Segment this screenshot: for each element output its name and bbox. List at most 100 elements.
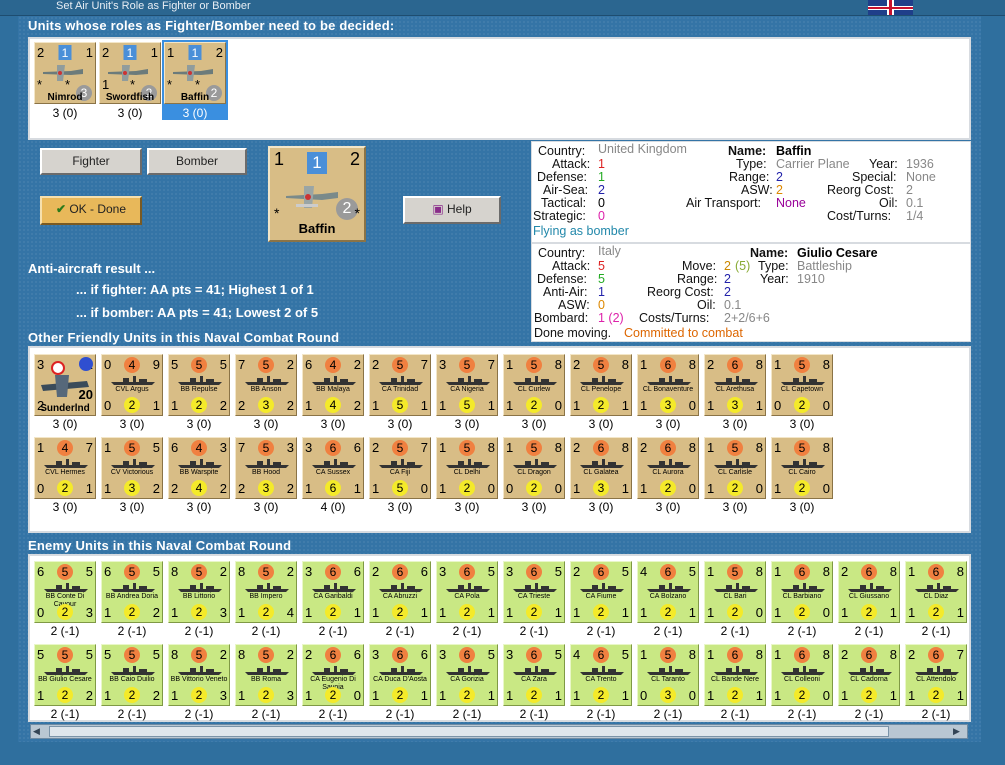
- enemy-unit-counter[interactable]: 3 5 6 CA Gorizia 1 2 1: [436, 644, 498, 706]
- ok-done-button[interactable]: ✔ OK - Done: [40, 196, 142, 225]
- counter-top-left-value: 3: [506, 564, 514, 579]
- enemy-unit-counter[interactable]: 655BB Conte Di Cavour023: [34, 561, 96, 623]
- counter-attack-circle: 6: [526, 564, 542, 580]
- enemy-unit-counter[interactable]: 4 5 6 CA Bolzano 1 2 1: [637, 561, 699, 623]
- enemy-unit-counter[interactable]: 266CA Eugenio Di Savoia120: [302, 644, 364, 706]
- enemy-unit-counter[interactable]: 3 6 6 CA Duca D'Aosta 1 2 1: [369, 644, 431, 706]
- friendly-unit-counter[interactable]: 3 7 5 CA Nigeria 1 5 1: [436, 354, 498, 416]
- enemy-unit-counter[interactable]: 1 8 6 CL Bande Nere 1 2 1: [704, 644, 766, 706]
- unit-strength-text: 4 (0): [320, 500, 346, 514]
- enemy-unit-counter[interactable]: 1 8 6 CL Diaz 1 2 1: [905, 561, 967, 623]
- enemy-unit-counter[interactable]: 8 2 5 BB Roma 1 2 3: [235, 644, 297, 706]
- unit-strength-text: 2 (-1): [50, 624, 80, 638]
- counter-top-left-value: 1: [640, 647, 648, 662]
- friendly-unit-counter[interactable]: 3 6 6 CA Sussex 1 6 1: [302, 437, 364, 499]
- counter-bottom-left-value: 1: [372, 605, 380, 620]
- friendly-unit-counter[interactable]: 2 8 6 CL Galatea 1 3 1: [570, 437, 632, 499]
- friendly-unit-counter[interactable]: 1 8 6 CL Bonaventure 1 3 0: [637, 354, 699, 416]
- ship-silhouette-icon: [245, 666, 289, 675]
- enemy-unit-counter[interactable]: 2 8 6 CL Giussano 1 2 1: [838, 561, 900, 623]
- enemy-unit-counter[interactable]: 3 5 6 CA Zara 1 2 1: [503, 644, 565, 706]
- counter-bottom-left-value: 1: [506, 688, 514, 703]
- horizontal-scrollbar[interactable]: ◀ ▶: [30, 724, 968, 739]
- scroll-left-arrow-icon[interactable]: ◀: [33, 726, 45, 737]
- air-unit-counter[interactable]: 2 1 1 2 1 * Swordfish: [99, 42, 161, 104]
- counter-attack-circle: 6: [727, 647, 743, 663]
- help-button[interactable]: ▣ Help: [403, 196, 501, 224]
- friendly-unit-counter[interactable]: 1 5 5 CV Victorious 1 3 2: [101, 437, 163, 499]
- enemy-unit-counter[interactable]: 3 5 6 CA Pola 1 2 1: [436, 561, 498, 623]
- friendly-unit-counter[interactable]: 0 9 4 CVL Argus 0 2 1: [101, 354, 163, 416]
- enemy-unit-counter[interactable]: 5 5 5 BB Giulio Cesare 1 2 2: [34, 644, 96, 706]
- enemy-unit-counter[interactable]: 2 8 6 CL Cadorna 1 2 1: [838, 644, 900, 706]
- friendly-unit-counter[interactable]: 5 5 5 BB Repulse 1 2 2: [168, 354, 230, 416]
- friendly-unit-counter[interactable]: 2 7 5 CA Trinidad 1 5 1: [369, 354, 431, 416]
- counter-attack-circle: 6: [593, 647, 609, 663]
- enemy-unit-counter[interactable]: 8 2 5 BB Vittorio Veneto 1 2 3: [168, 644, 230, 706]
- friendly-unit-counter[interactable]: 1 8 5 CL Delhi 1 2 0: [436, 437, 498, 499]
- air-unit-counter[interactable]: 2 1 1 3 * * Nimrod: [34, 42, 96, 104]
- enemy-unit-counter[interactable]: 1 8 6 CL Barbiano 1 2 0: [771, 561, 833, 623]
- unit-strength-text: 3 (0): [52, 500, 78, 514]
- unit-name: BB Repulse: [180, 386, 218, 393]
- friendly-unit-counter[interactable]: 2 7 5 CA Fiji 1 5 0: [369, 437, 431, 499]
- counter-top-right-value: 7: [956, 647, 964, 662]
- counter-top-right-value: 5: [487, 647, 495, 662]
- strategic-value: 0: [598, 209, 605, 223]
- friendly-unit-counter[interactable]: 1 8 5 CL Dragon 0 2 0: [503, 437, 565, 499]
- ship-silhouette-icon: [245, 583, 289, 592]
- unit-name: CL Bari: [723, 593, 747, 600]
- enemy-unit-counter[interactable]: 1 8 5 CL Bari 1 2 0: [704, 561, 766, 623]
- ship-silhouette-icon: [647, 376, 691, 385]
- counter-attack-circle: 6: [593, 564, 609, 580]
- enemy-unit-counter[interactable]: 3 5 6 CA Trieste 1 2 1: [503, 561, 565, 623]
- friendly-unit-counter[interactable]: 32202Sunderlnd: [34, 354, 96, 416]
- enemy-unit-counter[interactable]: 1 8 5 CL Taranto 0 3 0: [637, 644, 699, 706]
- enemy-unit-counter[interactable]: 5 5 5 BB Caio Duilio 1 2 2: [101, 644, 163, 706]
- enemy-unit-counter[interactable]: 6 5 5 BB Andrea Doria 1 2 2: [101, 561, 163, 623]
- friendly-unit-counter[interactable]: 6 2 4 BB Malaya 1 4 2: [302, 354, 364, 416]
- counter-attack-circle: 6: [660, 440, 676, 456]
- ship-silhouette-icon: [580, 459, 624, 468]
- friendly-unit-counter[interactable]: 7 3 5 BB Hood 2 3 2: [235, 437, 297, 499]
- friendly-unit-counter[interactable]: 2 8 6 CL Arethusa 1 3 1: [704, 354, 766, 416]
- ship-cost-label: Costs/Turns:: [639, 311, 710, 325]
- counter-defense-circle: 2: [459, 604, 475, 620]
- scroll-thumb[interactable]: [49, 726, 889, 737]
- friendly-unit-counter[interactable]: 1 7 4 CVL Hermes 0 2 1: [34, 437, 96, 499]
- enemy-unit-counter[interactable]: 2 5 6 CA Fiume 1 2 1: [570, 561, 632, 623]
- friendly-unit-counter[interactable]: 6 3 4 BB Warspite 2 4 2: [168, 437, 230, 499]
- bomber-button[interactable]: Bomber: [147, 148, 247, 175]
- air-unit-counter[interactable]: 1 1 2 2 * * Baffin: [162, 40, 228, 106]
- friendly-unit-counter[interactable]: 2 8 6 CL Aurora 1 2 0: [637, 437, 699, 499]
- counter-top-right-value: 5: [621, 647, 629, 662]
- counter-defense-circle: 3: [660, 397, 676, 413]
- fighter-button[interactable]: Fighter: [40, 148, 142, 175]
- counter-top-left-value: 8: [238, 564, 246, 579]
- counter-top-right-value: 5: [621, 564, 629, 579]
- counter-bottom-right-value: 0: [554, 481, 562, 496]
- friendly-unit-counter[interactable]: 2 8 5 CL Penelope 1 2 1: [570, 354, 632, 416]
- enemy-unit-counter[interactable]: 3 6 6 CA Garibaldi 1 2 1: [302, 561, 364, 623]
- friendly-unit-counter[interactable]: 1 8 5 CL Cairo 1 2 0: [771, 437, 833, 499]
- enemy-unit-counter[interactable]: 2 7 6 CL Attendolo 1 2 1: [905, 644, 967, 706]
- ship-silhouette-icon: [379, 376, 423, 385]
- counter-attack-circle: 5: [258, 647, 274, 663]
- unit-name: CA Fiume: [585, 593, 617, 600]
- country-value: United Kingdom: [598, 142, 687, 156]
- enemy-unit-counter[interactable]: 8 2 5 BB Littorio 1 2 3: [168, 561, 230, 623]
- ship-silhouette-icon: [781, 583, 825, 592]
- counter-attack-circle: 6: [928, 647, 944, 663]
- enemy-unit-counter[interactable]: 8 2 5 BB Impero 1 2 4: [235, 561, 297, 623]
- friendly-unit-counter[interactable]: 7 2 5 BB Anson 2 3 2: [235, 354, 297, 416]
- friendly-unit-counter[interactable]: 1 8 5 CL Carlisle 1 2 0: [704, 437, 766, 499]
- enemy-unit-counter[interactable]: 1 8 6 CL Colleoni 1 2 0: [771, 644, 833, 706]
- counter-attack-circle: 6: [392, 564, 408, 580]
- scroll-right-arrow-icon[interactable]: ▶: [953, 726, 965, 737]
- friendly-unit-counter[interactable]: 1 8 5 CL Capetown 0 2 0: [771, 354, 833, 416]
- counter-defense-circle: 2: [459, 480, 475, 496]
- enemy-unit-counter[interactable]: 2 6 6 CA Abruzzi 1 2 1: [369, 561, 431, 623]
- unit-name: CL Taranto: [651, 676, 685, 683]
- enemy-unit-counter[interactable]: 4 5 6 CA Trento 1 2 1: [570, 644, 632, 706]
- friendly-unit-counter[interactable]: 1 8 5 CL Curlew 1 2 0: [503, 354, 565, 416]
